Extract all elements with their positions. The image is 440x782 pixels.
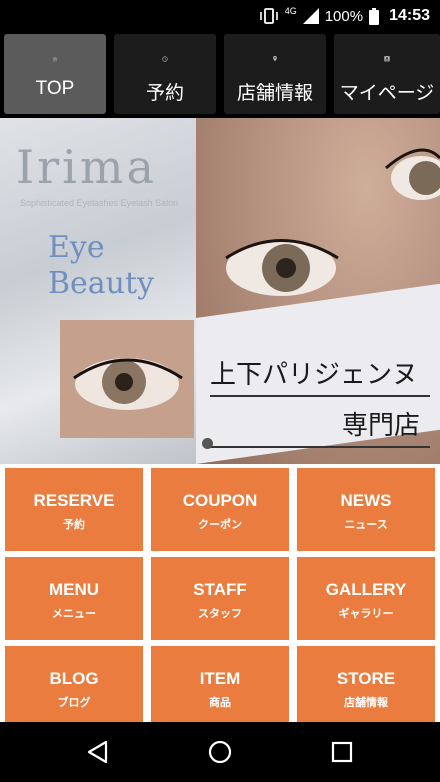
- tile-staff[interactable]: STAFF スタッフ: [151, 557, 289, 640]
- battery-percent: 100%: [324, 7, 364, 25]
- tile-coupon[interactable]: COUPON クーポン: [151, 468, 289, 551]
- tile-blog[interactable]: BLOG ブログ: [5, 646, 143, 729]
- tile-label-en: GALLERY: [325, 580, 407, 599]
- clock-icon: [162, 56, 168, 62]
- caption-divider-bottom: [210, 446, 430, 448]
- network-type: 4G: [284, 6, 297, 16]
- tile-label-en: RESERVE: [33, 491, 115, 510]
- tile-store[interactable]: STORE 店舗情報: [297, 646, 435, 729]
- tile-label-jp: クーポン: [198, 519, 242, 531]
- tab-reserve[interactable]: 予約: [114, 34, 216, 114]
- brand-subtitle: Sophisticated Eyelashes Eyelash Salon: [20, 198, 179, 208]
- tab-top[interactable]: TOP: [4, 34, 106, 114]
- status-icons: 4G 100% 14:53: [259, 0, 430, 32]
- tile-news[interactable]: NEWS ニュース: [297, 468, 435, 551]
- back-icon[interactable]: [84, 738, 112, 766]
- tile-label-en: STAFF: [193, 580, 247, 599]
- eye-closeup-photo: [60, 320, 194, 438]
- caption-line2: 専門店: [341, 411, 420, 441]
- tile-label-en: STORE: [336, 669, 396, 688]
- eye-beauty-line2: Beauty: [48, 266, 155, 301]
- brand-logo: Irima: [16, 140, 157, 194]
- tile-label-en: BLOG: [49, 669, 99, 688]
- caption-divider: [210, 395, 430, 397]
- eye-beauty-line1: Eye: [48, 230, 105, 265]
- location-pin-icon: [273, 55, 277, 62]
- tab-top-label: TOP: [35, 78, 75, 99]
- recents-icon[interactable]: [328, 738, 356, 766]
- tile-label-jp: メニュー: [52, 608, 96, 620]
- eye-closeup-illustration: [73, 358, 183, 410]
- battery-icon: [369, 7, 380, 25]
- tab-mypage-label: マイページ: [339, 83, 435, 104]
- menu-grid: RESERVE 予約 COUPON クーポン NEWS ニュース MENU メニ…: [0, 464, 440, 729]
- tile-label-en: ITEM: [199, 669, 241, 688]
- tile-menu[interactable]: MENU メニュー: [5, 557, 143, 640]
- tile-label-en: NEWS: [340, 491, 392, 510]
- tile-label-jp: ギャラリー: [338, 608, 394, 620]
- tile-label-jp: 予約: [63, 519, 85, 531]
- tile-item[interactable]: ITEM 商品: [151, 646, 289, 729]
- home-icon: [52, 56, 58, 62]
- tile-label-jp: 商品: [209, 697, 231, 709]
- home-circle-icon[interactable]: [206, 738, 234, 766]
- carousel-indicator[interactable]: [202, 438, 213, 449]
- caption-line1: 上下パリジェンヌ: [210, 360, 419, 390]
- clock: 14:53: [389, 7, 430, 24]
- signal-icon: [302, 8, 319, 24]
- vibrate-icon: [259, 8, 278, 24]
- tile-label-jp: 店舗情報: [344, 697, 388, 709]
- user-card-icon: [384, 56, 390, 62]
- hero-banner[interactable]: Irima Sophisticated Eyelashes Eyelash Sa…: [0, 118, 440, 464]
- tile-label-en: MENU: [48, 580, 100, 599]
- tile-label-jp: ブログ: [57, 697, 91, 709]
- tile-gallery[interactable]: GALLERY ギャラリー: [297, 557, 435, 640]
- tile-reserve[interactable]: RESERVE 予約: [5, 468, 143, 551]
- tab-store-info-label: 店舗情報: [236, 83, 313, 104]
- top-nav: TOP 予約 店舗情報 マイページ: [0, 32, 440, 118]
- system-nav-bar: [0, 722, 440, 782]
- tile-label-en: COUPON: [182, 491, 258, 510]
- hero-caption: 上下パリジェンヌ 専門店: [210, 354, 430, 448]
- status-bar: 4G 100% 14:53: [0, 0, 440, 32]
- tile-label-jp: スタッフ: [198, 608, 242, 620]
- tab-mypage[interactable]: マイページ: [334, 34, 440, 114]
- tab-reserve-label: 予約: [145, 83, 184, 104]
- tab-store-info[interactable]: 店舗情報: [224, 34, 326, 114]
- tile-label-jp: ニュース: [344, 519, 388, 531]
